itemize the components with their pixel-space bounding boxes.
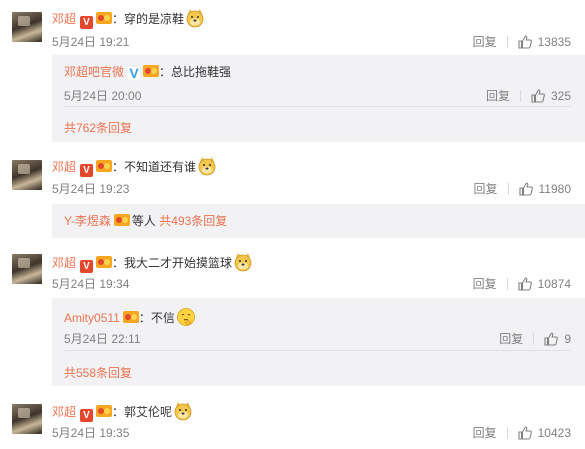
- comment-text: ：穿的是凉鞋: [112, 12, 185, 26]
- reply-actions: 回复 325: [486, 87, 571, 104]
- verified-icon: V: [80, 16, 94, 29]
- verified-icon: V: [80, 164, 94, 177]
- like-button[interactable]: 11980: [518, 181, 571, 196]
- comment-item: 邓超 V ：我大二才开始摸篮球 5月24日 19:34 回复 10874 Amity…: [0, 244, 585, 386]
- blue-verified-icon: V: [128, 65, 141, 81]
- comment-header: 邓超 V ：我大二才开始摸篮球: [52, 252, 253, 273]
- like-count: 13835: [537, 34, 571, 49]
- comment-item: 邓超 V ：不知道还有谁 5月24日 19:23 回复 11980 Y-李煜森 等人 …: [0, 150, 585, 238]
- comment-text: ：不知道还有谁: [112, 160, 197, 174]
- reply-button[interactable]: 回复: [473, 275, 497, 292]
- view-all-replies-link[interactable]: 共558条回复: [64, 364, 132, 381]
- username-link[interactable]: Amity0511: [64, 311, 120, 325]
- comment-header: 邓超 V ：不知道还有谁: [52, 156, 217, 177]
- reply-button[interactable]: 回复: [474, 180, 498, 197]
- reply-button[interactable]: 回复: [473, 424, 497, 441]
- divider: [506, 277, 508, 290]
- vip-badge-icon[interactable]: [96, 404, 113, 418]
- divider: [64, 350, 571, 351]
- reply-summary: Y-李煜森 等人 共493条回复: [64, 213, 227, 229]
- verified-icon: V: [80, 409, 94, 422]
- view-all-replies-link[interactable]: 共762条回复: [64, 119, 132, 136]
- comment-actions: 回复 11980: [474, 180, 572, 197]
- reply-header: 邓超吧官微 V ：总比拖鞋强: [64, 64, 231, 80]
- avatar[interactable]: [12, 12, 42, 42]
- username-link[interactable]: 邓超: [52, 12, 76, 26]
- reply-actions: 回复 9: [499, 330, 571, 347]
- comment-time: 5月24日 19:23: [52, 182, 130, 196]
- doge-emoji-icon: [233, 252, 253, 272]
- thumbs-up-icon: [518, 425, 532, 440]
- reply-text: ：总比拖鞋强: [159, 65, 232, 79]
- thumbs-up-icon: [531, 88, 545, 103]
- reply-summary-box: Y-李煜森 等人 共493条回复: [52, 204, 585, 238]
- reply-header: Amity0511 ：不信: [64, 307, 196, 327]
- doge-emoji-icon: [173, 401, 193, 421]
- verified-icon: V: [80, 260, 94, 273]
- comment-header: 邓超 V ：穿的是凉鞋: [52, 8, 205, 29]
- vip-badge-icon[interactable]: [143, 64, 160, 78]
- doge-emoji-icon: [197, 156, 217, 176]
- username-link[interactable]: Y-李煜森: [64, 214, 111, 228]
- reply-text: ：不信: [138, 311, 175, 325]
- like-count: 325: [550, 88, 571, 103]
- comment-time: 5月24日 19:35: [52, 426, 130, 440]
- reply-button[interactable]: 回复: [486, 87, 510, 104]
- username-link[interactable]: 邓超吧官微: [64, 65, 124, 79]
- like-count: 9: [564, 331, 571, 346]
- username-link[interactable]: 邓超: [52, 405, 76, 419]
- comment-time: 5月24日 19:21: [52, 35, 130, 49]
- comment-text: ：郭艾伦呢: [112, 405, 173, 419]
- username-link[interactable]: 邓超: [52, 256, 76, 270]
- divider: [507, 182, 509, 195]
- comment-actions: 回复 10874: [473, 275, 571, 292]
- like-count: 10874: [537, 276, 571, 291]
- like-button[interactable]: 10423: [518, 426, 571, 440]
- like-count: 10423: [537, 425, 571, 440]
- view-all-replies-link[interactable]: 共493条回复: [159, 214, 227, 228]
- divider: [506, 426, 508, 439]
- divider: [519, 89, 521, 102]
- divider: [64, 106, 571, 107]
- thumbs-up-icon: [518, 276, 532, 291]
- like-button[interactable]: 325: [531, 89, 571, 103]
- reply-time: 5月24日 20:00: [64, 89, 142, 103]
- like-button[interactable]: 13835: [518, 35, 571, 49]
- comment-item: 邓超 V ：穿的是凉鞋 5月24日 19:21 回复 13835 邓超吧官微 V ：总比…: [0, 0, 585, 142]
- comment-actions: 回复 10423: [473, 424, 571, 441]
- thumbs-up-icon: [518, 34, 532, 49]
- vip-badge-icon[interactable]: [96, 159, 113, 173]
- summary-text: 等人: [131, 214, 156, 228]
- comment-time: 5月24日 19:34: [52, 277, 130, 291]
- reply-button[interactable]: 回复: [473, 33, 497, 50]
- comment-header: 邓超 V ：郭艾伦呢: [52, 401, 193, 422]
- thinking-emoji-icon: [176, 307, 196, 327]
- vip-badge-icon[interactable]: [96, 255, 113, 269]
- reply-box: Amity0511 ：不信 5月24日 22:11 回复 9 共558条回复: [52, 298, 585, 386]
- avatar[interactable]: [12, 254, 42, 284]
- vip-badge-icon[interactable]: [122, 310, 139, 324]
- divider: [533, 332, 535, 345]
- avatar[interactable]: [12, 160, 42, 190]
- reply-time: 5月24日 22:11: [64, 332, 141, 346]
- doge-emoji-icon: [185, 8, 205, 28]
- like-count: 11980: [538, 181, 571, 196]
- like-button[interactable]: 10874: [518, 277, 571, 291]
- comment-item: 邓超 V ：郭艾伦呢 5月24日 19:35 回复 10423: [0, 394, 585, 449]
- comment-actions: 回复 13835: [473, 33, 571, 50]
- reply-box: 邓超吧官微 V ：总比拖鞋强 5月24日 20:00 回复 325 共762条回复: [52, 55, 585, 142]
- reply-button[interactable]: 回复: [499, 330, 523, 347]
- username-link[interactable]: 邓超: [52, 160, 76, 174]
- divider: [506, 35, 508, 48]
- comment-text: ：我大二才开始摸篮球: [112, 256, 233, 270]
- vip-badge-icon[interactable]: [96, 11, 113, 25]
- thumbs-up-icon: [544, 331, 559, 346]
- avatar[interactable]: [12, 404, 42, 434]
- like-button[interactable]: 9: [544, 332, 571, 346]
- vip-badge-icon[interactable]: [113, 213, 130, 227]
- thumbs-up-icon: [518, 181, 533, 196]
